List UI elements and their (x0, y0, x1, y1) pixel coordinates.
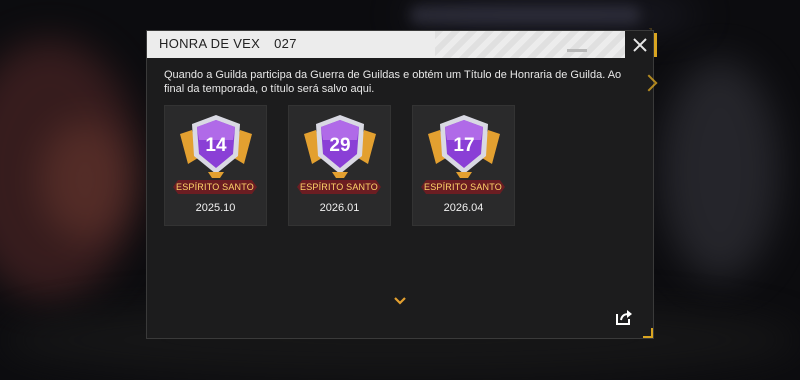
share-icon[interactable] (615, 309, 633, 325)
guild-badge-icon: 14 (180, 115, 252, 178)
chevron-down-icon[interactable] (393, 296, 407, 306)
close-button[interactable] (625, 31, 655, 58)
badge-date: 2026.01 (319, 202, 360, 214)
close-icon (633, 37, 647, 52)
guild-badge-icon: 29 (304, 115, 376, 178)
badge-title: ESPÍRITO SANTO (300, 182, 378, 192)
badge-date: 2026.04 (443, 202, 484, 214)
dialog-code: 027 (274, 36, 297, 51)
badge-rank: 17 (453, 135, 474, 156)
badge-title-ribbon: ESPÍRITO SANTO (297, 180, 381, 194)
badge-card[interactable]: 17 ESPÍRITO SANTO 2026.04 (412, 105, 515, 226)
badge-title: ESPÍRITO SANTO (424, 182, 502, 192)
background-blur (40, 120, 130, 240)
corner-accent (643, 328, 653, 338)
guild-badge-icon: 17 (428, 115, 500, 178)
honor-dialog: HONRA DE VEX 027 Quando a Guilda particip… (146, 30, 658, 339)
badge-title: ESPÍRITO SANTO (176, 182, 254, 192)
badge-card[interactable]: 14 ESPÍRITO SANTO 2025.10 (164, 105, 267, 226)
dialog-title: HONRA DE VEX 027 (159, 36, 297, 51)
accent-bar (654, 33, 657, 57)
badge-title-ribbon: ESPÍRITO SANTO (421, 180, 505, 194)
badge-date: 2025.10 (195, 202, 236, 214)
badge-rank: 14 (205, 135, 227, 156)
badge-rank: 29 (329, 135, 350, 156)
badge-list: 14 ESPÍRITO SANTO 2025.10 29 ESPÍRITO SA… (164, 105, 515, 226)
header-decor-bar (567, 49, 587, 52)
dialog-title-text: HONRA DE VEX (159, 36, 261, 51)
dialog-header: HONRA DE VEX 027 (147, 31, 625, 58)
header-stripes (435, 31, 625, 58)
background-blur (410, 6, 640, 24)
badge-card[interactable]: 29 ESPÍRITO SANTO 2026.01 (288, 105, 391, 226)
description-text: Quando a Guilda participa da Guerra de G… (164, 69, 622, 95)
badge-title-ribbon: ESPÍRITO SANTO (173, 180, 257, 194)
background-blur (660, 60, 780, 280)
